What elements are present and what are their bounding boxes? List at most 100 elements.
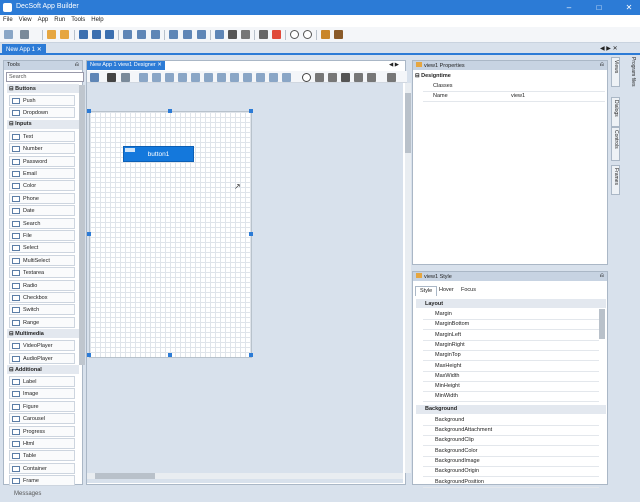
tools-scrollbar[interactable] xyxy=(79,85,85,365)
tool-item-table[interactable]: Table xyxy=(9,450,75,462)
style-section-background[interactable]: Background xyxy=(416,404,606,414)
tool-category-additional[interactable]: ⊟ Additional xyxy=(7,365,79,374)
tool-item-range[interactable]: Range xyxy=(9,316,75,328)
button1-control[interactable]: button1 xyxy=(123,146,194,162)
style-row-backgroundcolor[interactable]: BackgroundColor xyxy=(423,447,599,457)
tab-focus[interactable]: Focus xyxy=(457,286,480,296)
app-variables-icon[interactable] xyxy=(197,30,206,39)
tool-item-dropdown[interactable]: Dropdown xyxy=(9,107,75,119)
menu-run[interactable]: Run xyxy=(51,15,68,25)
align-left-icon[interactable] xyxy=(139,73,148,82)
app-styles-icon[interactable] xyxy=(183,30,192,39)
tool-item-image[interactable]: Image xyxy=(9,388,75,400)
tool-category-buttons[interactable]: ⊟ Buttons xyxy=(7,84,79,93)
align-center-icon[interactable] xyxy=(152,73,161,82)
tab-frames[interactable]: Frames xyxy=(611,165,620,195)
tab-new-app-1[interactable]: New App 1 ✕ xyxy=(2,44,46,55)
open-folder-icon[interactable] xyxy=(47,30,56,39)
tool-item-audioplayer[interactable]: AudioPlayer xyxy=(9,352,75,364)
options-icon[interactable] xyxy=(259,30,268,39)
tool-category-inputs[interactable]: ⊟ Inputs xyxy=(7,119,79,129)
style-row-backgroundposition[interactable]: BackgroundPosition xyxy=(423,478,599,488)
scroll-thumb[interactable] xyxy=(95,473,155,479)
tool-item-videoplayer[interactable]: VideoPlayer xyxy=(9,340,75,352)
tool-item-container[interactable]: Container xyxy=(9,462,75,474)
tool-item-textarea[interactable]: Textarea xyxy=(9,267,75,279)
tool-item-search[interactable]: Search xyxy=(9,217,75,229)
same-height-icon[interactable] xyxy=(230,73,239,82)
tool-category-multimedia[interactable]: ⊟ Multimedia xyxy=(7,329,79,339)
tool-item-text[interactable]: Text xyxy=(9,130,75,142)
build-icon[interactable] xyxy=(228,30,237,39)
tool-item-select[interactable]: Select xyxy=(9,242,75,254)
tool-item-email[interactable]: Email xyxy=(9,168,75,179)
tool-item-phone[interactable]: Phone xyxy=(9,192,75,204)
resize-handle[interactable] xyxy=(249,353,253,357)
pin-icon[interactable]: ⎌ xyxy=(75,62,79,69)
tool-item-push[interactable]: Push xyxy=(9,95,75,106)
paste-icon[interactable] xyxy=(328,73,337,82)
lock-icon[interactable] xyxy=(107,73,116,82)
style-row-minheight[interactable]: MinHeight xyxy=(423,382,599,393)
duplicate-icon[interactable] xyxy=(354,73,363,82)
tool-item-label[interactable]: Label xyxy=(9,376,75,387)
delete-icon[interactable] xyxy=(302,73,311,82)
cut-icon[interactable] xyxy=(341,73,350,82)
align-middle-icon[interactable] xyxy=(191,73,200,82)
tool-item-password[interactable]: Password xyxy=(9,155,75,167)
tools-search-input[interactable]: Search xyxy=(6,72,84,82)
help-icon[interactable] xyxy=(334,30,343,39)
resize-handle[interactable] xyxy=(168,109,172,113)
undo-icon[interactable] xyxy=(367,73,376,82)
run-icon[interactable] xyxy=(290,30,299,39)
close-button[interactable]: ✕ xyxy=(618,0,640,15)
style-row-marginbottom[interactable]: MarginBottom xyxy=(423,320,599,331)
style-row-marginright[interactable]: MarginRight xyxy=(423,341,599,351)
align-top-icon[interactable] xyxy=(178,73,187,82)
tab-hover[interactable]: Hover xyxy=(435,286,458,296)
style-scrollbar[interactable] xyxy=(599,309,605,339)
stop-icon[interactable] xyxy=(303,30,312,39)
bring-front-icon[interactable] xyxy=(269,73,278,82)
edit-icon[interactable] xyxy=(215,30,224,39)
align-bottom-icon[interactable] xyxy=(204,73,213,82)
menu-view[interactable]: View xyxy=(16,15,35,25)
resize-handle[interactable] xyxy=(168,353,172,357)
resize-handle[interactable] xyxy=(249,232,253,236)
add-dialog-icon[interactable] xyxy=(137,30,146,39)
pin-icon[interactable]: ⎌ xyxy=(600,273,604,280)
app-properties-icon[interactable] xyxy=(169,30,178,39)
add-view-icon[interactable] xyxy=(123,30,132,39)
designer-tab[interactable]: New App 1 view1 Designer ✕ xyxy=(87,61,165,70)
tab-views[interactable]: Views xyxy=(611,57,620,87)
same-size-icon[interactable] xyxy=(243,73,252,82)
style-row-minwidth[interactable]: MinWidth xyxy=(423,392,599,403)
tool-item-multiselect[interactable]: MultiSelect xyxy=(9,254,75,266)
tool-item-checkbox[interactable]: Checkbox xyxy=(9,292,75,303)
tool-item-figure[interactable]: Figure xyxy=(9,400,75,412)
tool-item-carousel[interactable]: Carousel xyxy=(9,413,75,425)
tab-style[interactable]: Style xyxy=(415,286,438,296)
designer-nav-arrows-icon[interactable]: ◀ ▶ xyxy=(389,62,399,68)
style-row-margin[interactable]: Margin xyxy=(423,310,599,320)
tool-item-date[interactable]: Date xyxy=(9,205,75,217)
style-row-backgroundorigin[interactable]: BackgroundOrigin xyxy=(423,467,599,478)
image-icon[interactable] xyxy=(121,73,130,82)
tab-nav-arrows-icon[interactable]: ◀ ▶ ✕ xyxy=(600,45,618,52)
save-icon[interactable] xyxy=(79,30,88,39)
property-row-name[interactable]: Name view1 xyxy=(423,92,605,102)
tool-item-frame[interactable]: Frame xyxy=(9,475,75,487)
view-canvas[interactable]: button1 xyxy=(89,111,252,358)
style-row-backgroundimage[interactable]: BackgroundImage xyxy=(423,457,599,467)
plugin-icon[interactable] xyxy=(272,30,281,39)
new-app-icon[interactable] xyxy=(4,30,13,39)
send-back-icon[interactable] xyxy=(282,73,291,82)
maximize-button[interactable]: □ xyxy=(588,0,610,15)
align-right-icon[interactable] xyxy=(165,73,174,82)
open-recent-icon[interactable] xyxy=(60,30,69,39)
property-value[interactable]: view1 xyxy=(511,93,525,99)
add-frame-icon[interactable] xyxy=(151,30,160,39)
designer-horizontal-scrollbar[interactable] xyxy=(87,473,403,479)
close-tab-icon[interactable]: ✕ xyxy=(157,62,162,68)
designer-vertical-scrollbar[interactable] xyxy=(405,83,411,473)
